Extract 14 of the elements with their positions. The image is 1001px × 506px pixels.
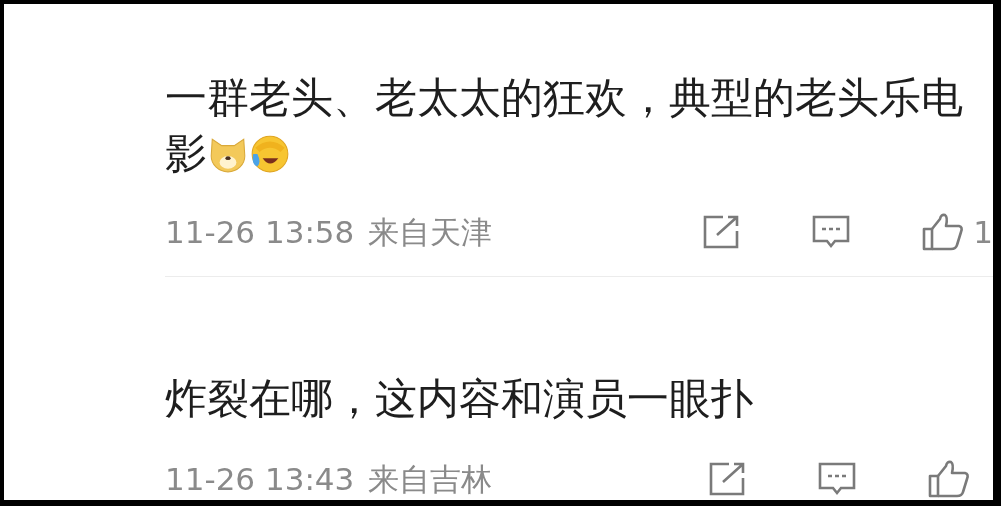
share-icon[interactable] [707, 461, 747, 497]
comment-location: 来自天津 [368, 212, 493, 252]
comment-text: 一群老头、老太太的狂欢，典型的老头乐电 [165, 72, 963, 124]
thumbs-up-icon[interactable] [927, 459, 971, 499]
comment-text: 影 [165, 128, 207, 180]
comment-time: 11-26 13:58 [165, 212, 355, 252]
comment-text: 炸裂在哪，这内容和演员一眼扑 [165, 373, 753, 425]
like-count: 1 [973, 216, 993, 248]
comment-location: 来自吉林 [368, 459, 493, 499]
comment-icon[interactable] [817, 461, 857, 497]
comment-icon[interactable] [811, 214, 852, 250]
thumbs-up-icon[interactable] [921, 212, 966, 252]
laughing-emoji-icon [249, 133, 291, 175]
comment-time: 11-26 13:43 [165, 459, 355, 499]
